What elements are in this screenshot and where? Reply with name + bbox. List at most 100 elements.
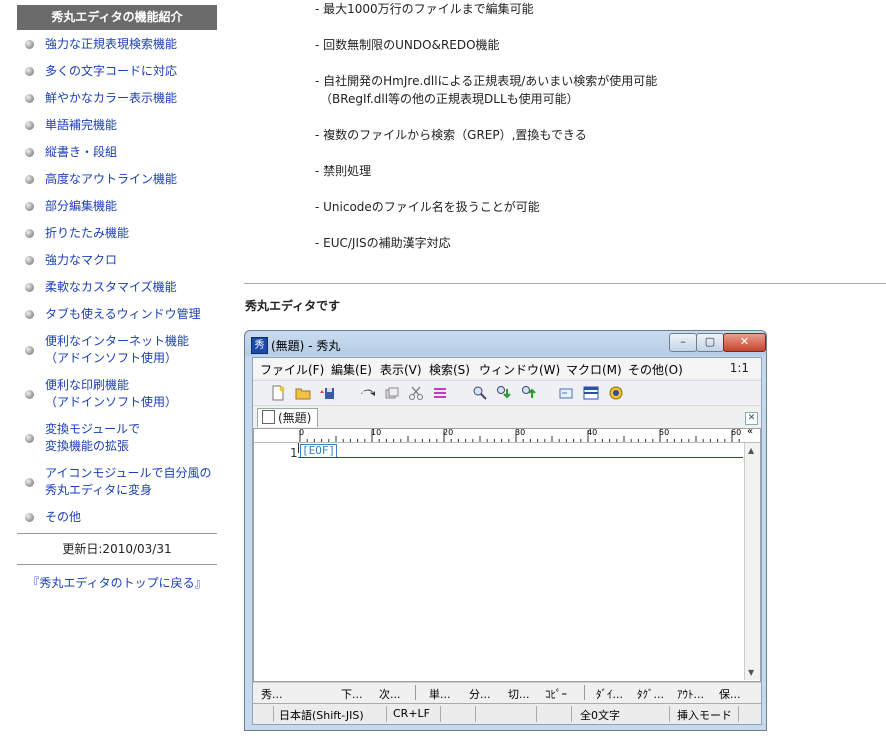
sidebar-divider: [17, 564, 217, 565]
sidebar-link[interactable]: 単語補完機能: [45, 117, 217, 134]
status-insert-mode[interactable]: 挿入モード: [677, 707, 732, 723]
sidebar-link[interactable]: タブも使えるウィンドウ管理: [45, 306, 217, 323]
maximize-button[interactable]: ▢: [696, 333, 724, 352]
text-area[interactable]: 0 10 20 30 40 50 60 « 1 [EOF] ▲ ▼: [253, 426, 761, 682]
menu-search[interactable]: 検索(S): [429, 361, 470, 378]
sidebar-link[interactable]: 鮮やかなカラー表示機能: [45, 90, 217, 107]
search-next-icon[interactable]: [496, 385, 512, 401]
sidebar-link[interactable]: 変換モジュールで 変換機能の拡張: [45, 421, 217, 455]
sidebar-item[interactable]: 強力なマクロ: [17, 252, 217, 269]
document-tab[interactable]: (無題): [257, 408, 319, 427]
menu-other[interactable]: その他(O): [628, 361, 683, 378]
hidemaru-app-icon[interactable]: 秀: [251, 337, 268, 354]
sidebar-link[interactable]: 便利な印刷機能 （アドインソフト使用）: [45, 377, 217, 411]
menu-view[interactable]: 表示(V): [380, 361, 422, 378]
sidebar-link[interactable]: 縦書き・段組: [45, 144, 217, 161]
close-button[interactable]: ✕: [723, 333, 766, 352]
bullet-icon: [25, 310, 34, 319]
last-updated: 更新日:2010/03/31: [62, 542, 172, 556]
sidebar-link-line: 単語補完機能: [45, 118, 118, 132]
cut-icon[interactable]: [408, 385, 424, 401]
function-key[interactable]: ｱｳﾄ...: [677, 686, 704, 702]
function-key[interactable]: 切...: [508, 686, 530, 702]
sidebar-link-line: 鮮やかなカラー表示機能: [45, 91, 178, 105]
scroll-up-icon[interactable]: ▲: [748, 446, 754, 455]
sidebar-item[interactable]: 単語補完機能: [17, 117, 217, 134]
tab-close-icon[interactable]: ✕: [745, 412, 758, 425]
function-key[interactable]: 単...: [429, 686, 451, 702]
function-key[interactable]: 下...: [341, 686, 363, 702]
sidebar-item[interactable]: 便利なインターネット機能 （アドインソフト使用）: [17, 333, 217, 367]
sidebar-link[interactable]: その他: [45, 509, 217, 526]
function-key[interactable]: ﾀｸﾞ...: [637, 686, 664, 702]
open-folder-icon[interactable]: [295, 385, 311, 401]
copy-window-icon[interactable]: [384, 385, 400, 401]
ruler-scroll-arrows[interactable]: «: [747, 426, 753, 437]
sidebar-item[interactable]: 鮮やかなカラー表示機能: [17, 90, 217, 107]
sidebar-link[interactable]: アイコンモジュールで自分風の 秀丸エディタに変身: [45, 465, 217, 499]
sidebar-item[interactable]: 柔軟なカスタマイズ機能: [17, 279, 217, 296]
menu-edit[interactable]: 編集(E): [331, 361, 372, 378]
function-key[interactable]: 秀...: [261, 686, 283, 702]
function-key[interactable]: ﾀﾞｲ...: [596, 686, 623, 702]
function-key[interactable]: ｺﾋﾟｰ: [545, 686, 567, 702]
ruler-mark: 10: [371, 428, 382, 437]
split-window-icon[interactable]: [583, 385, 599, 401]
sidebar-link[interactable]: 強力な正規表現検索機能: [45, 36, 217, 53]
sidebar-list: 強力な正規表現検索機能 多くの文字コードに対応 鮮やかなカラー表示機能 単語補完機能縦…: [17, 36, 217, 526]
cursor-line-underline: [298, 457, 743, 458]
search-icon[interactable]: [472, 385, 488, 401]
undo-icon[interactable]: [360, 385, 376, 401]
sidebar-item[interactable]: 変換モジュールで 変換機能の拡張: [17, 421, 217, 455]
bullet-icon: [25, 148, 34, 157]
tag-jump-icon[interactable]: [558, 385, 574, 401]
sidebar-link[interactable]: 折りたたみ機能: [45, 225, 217, 242]
function-key[interactable]: 分...: [469, 686, 491, 702]
function-key[interactable]: 保...: [719, 686, 741, 702]
scroll-down-icon[interactable]: ▼: [748, 668, 754, 677]
document-tab-label: (無題): [278, 411, 312, 425]
sidebar-item[interactable]: 高度なアウトライン機能: [17, 171, 217, 188]
menu-macro[interactable]: マクロ(M): [566, 361, 622, 378]
sidebar-item[interactable]: アイコンモジュールで自分風の 秀丸エディタに変身: [17, 465, 217, 499]
sidebar-link[interactable]: 柔軟なカスタマイズ機能: [45, 279, 217, 296]
function-key[interactable]: 次...: [379, 686, 401, 702]
status-encoding[interactable]: 日本語(Shift-JIS): [279, 707, 364, 723]
sidebar-link[interactable]: 便利なインターネット機能 （アドインソフト使用）: [45, 333, 217, 367]
title-bar[interactable]: 秀 (無題) - 秀丸 – ▢ ✕: [245, 331, 766, 357]
sidebar-item[interactable]: 多くの文字コードに対応: [17, 63, 217, 80]
minimize-button[interactable]: –: [669, 333, 697, 352]
bullet-icon: [25, 390, 34, 399]
feature-item: - 最大1000万行のファイルまで編集可能: [315, 2, 534, 16]
status-separator: [273, 706, 274, 722]
menu-window[interactable]: ウィンドウ(W): [479, 361, 560, 378]
sidebar-item[interactable]: 折りたたみ機能: [17, 225, 217, 242]
sidebar-link[interactable]: 強力なマクロ: [45, 252, 217, 269]
sidebar-link[interactable]: 高度なアウトライン機能: [45, 171, 217, 188]
search-prev-icon[interactable]: [521, 385, 537, 401]
vertical-scrollbar[interactable]: ▲ ▼: [744, 443, 760, 680]
sidebar-item[interactable]: 便利な印刷機能 （アドインソフト使用）: [17, 377, 217, 411]
back-to-top-link[interactable]: 『秀丸エディタのトップに戻る』: [27, 576, 206, 590]
bullet-icon: [25, 121, 34, 130]
sidebar-item[interactable]: 縦書き・段組: [17, 144, 217, 161]
status-newline[interactable]: CR+LF: [393, 707, 430, 720]
status-separator: [738, 706, 739, 722]
sidebar-item[interactable]: その他: [17, 509, 217, 526]
bullet-icon: [25, 283, 34, 292]
zoom-ratio: 1:1: [729, 361, 749, 375]
paste-list-icon[interactable]: [432, 385, 448, 401]
function-key-bar: 秀... 下... 次... 単... 分... 切... ｺﾋﾟｰ ﾀﾞｲ..…: [253, 682, 761, 703]
new-file-icon[interactable]: [270, 385, 286, 401]
sidebar-heading: 秀丸エディタの機能紹介: [17, 5, 217, 30]
sidebar-item[interactable]: 強力な正規表現検索機能: [17, 36, 217, 53]
tab-row: (無題) ✕: [253, 406, 761, 428]
save-icon[interactable]: [319, 385, 335, 401]
sidebar-link[interactable]: 多くの文字コードに対応: [45, 63, 217, 80]
window-title: (無題) - 秀丸: [271, 339, 341, 353]
sidebar-item[interactable]: 部分編集機能: [17, 198, 217, 215]
sidebar-item[interactable]: タブも使えるウィンドウ管理: [17, 306, 217, 323]
menu-file[interactable]: ファイル(F): [260, 361, 324, 378]
help-icon[interactable]: [608, 385, 624, 401]
sidebar-link[interactable]: 部分編集機能: [45, 198, 217, 215]
